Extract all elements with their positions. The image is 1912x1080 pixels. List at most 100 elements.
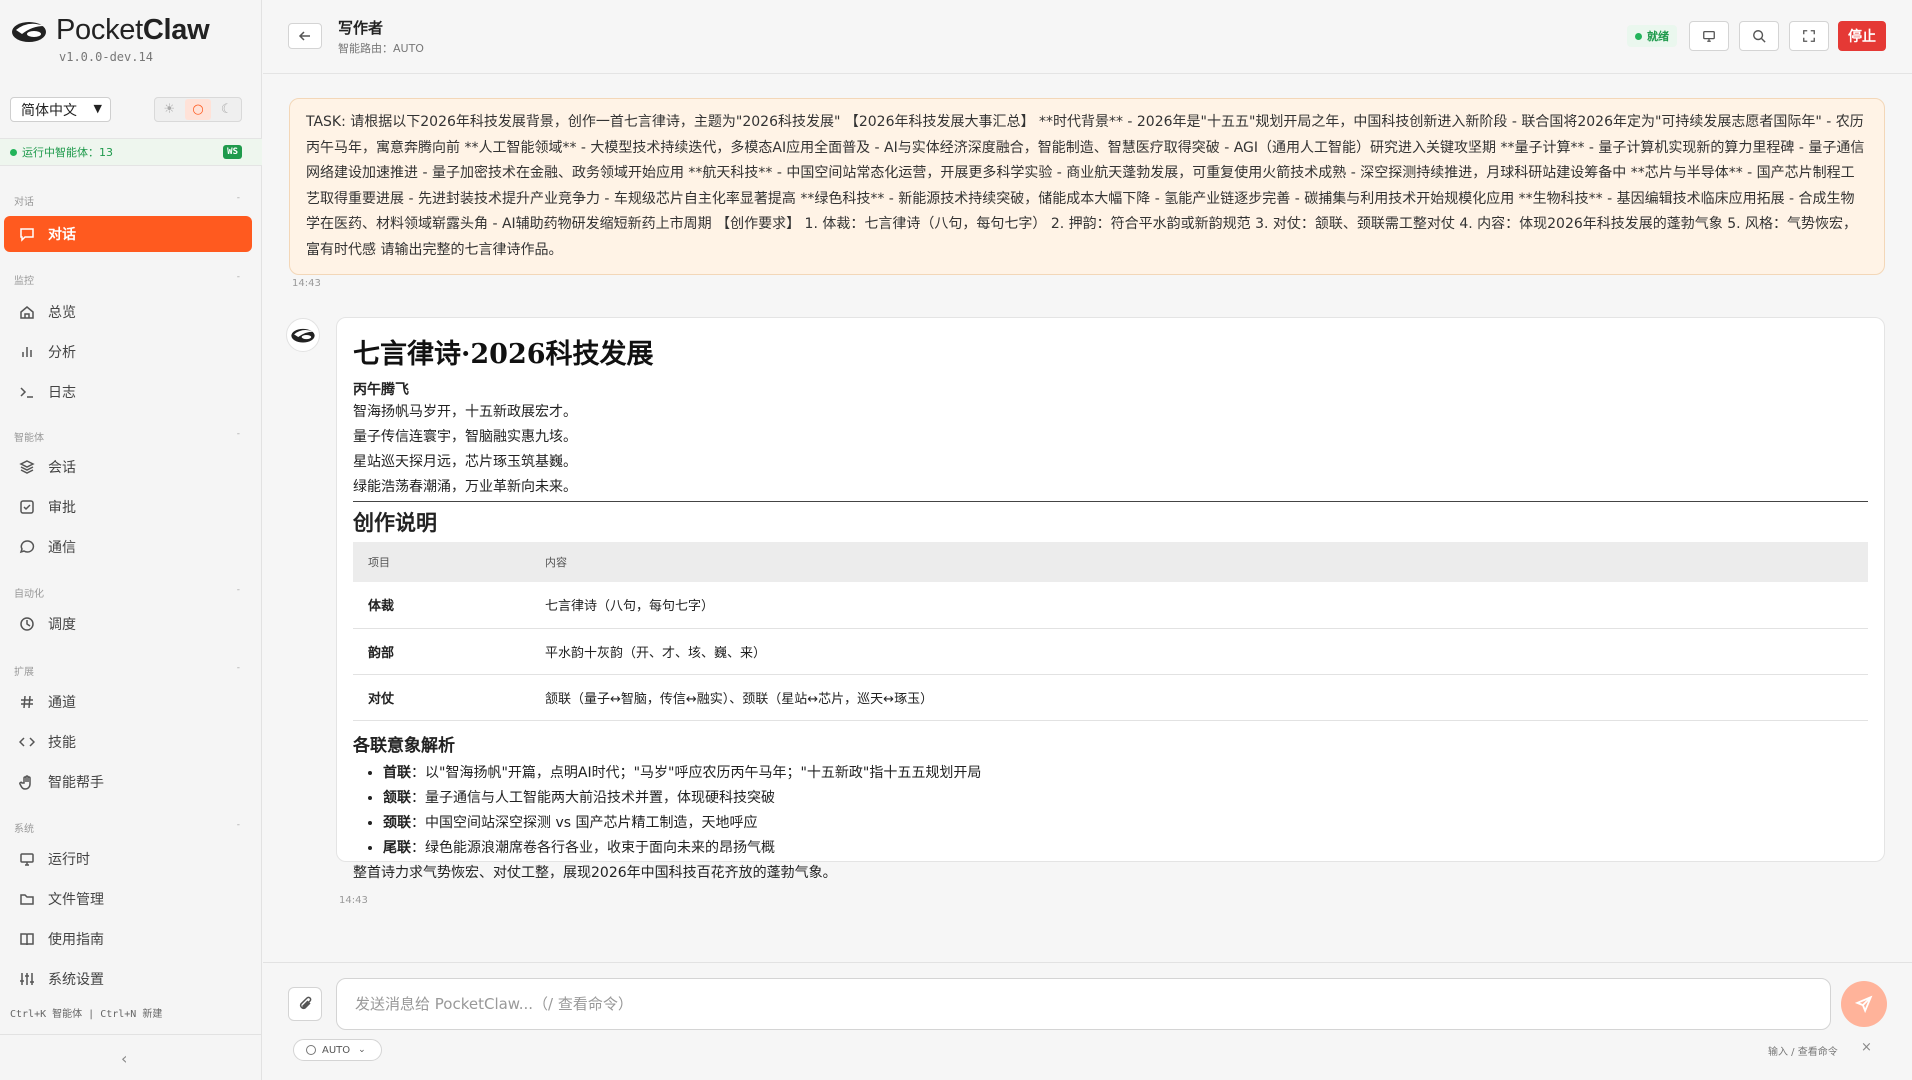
divider	[353, 501, 1868, 502]
sidebar-item-chat[interactable]: 对话	[4, 216, 252, 252]
page-title: 写作者	[338, 19, 384, 37]
composer: AUTO ⌄ 输入 / 查看命令 ×	[263, 962, 1912, 1080]
sidebar-item-runtime[interactable]: 运行时	[4, 841, 252, 877]
list-item: 颔联：量子通信与人工智能两大前沿技术并置，体现硬科技突破	[383, 786, 1868, 811]
fullscreen-button[interactable]	[1789, 21, 1829, 51]
brand[interactable]: PocketClaw	[10, 14, 210, 47]
sidebar-item-guide[interactable]: 使用指南	[4, 921, 252, 957]
sidebar-item-label: 运行时	[48, 852, 90, 868]
section-label-monitor[interactable]: 监控 -	[14, 272, 240, 287]
sidebar-item-messaging[interactable]: 通信	[4, 529, 252, 565]
search-icon	[1753, 30, 1766, 43]
monitor-icon	[18, 850, 36, 868]
brand-name: PocketClaw	[56, 14, 210, 46]
list-item: 首联：以"智海扬帆"开篇，点明AI时代；"马岁"呼应农历丙午马年；"十五新政"指…	[383, 761, 1868, 786]
sun-icon[interactable]: ☀	[156, 99, 182, 120]
send-button[interactable]	[1841, 981, 1887, 1027]
message-input[interactable]	[336, 978, 1831, 1030]
sidebar-item-label: 对话	[48, 227, 76, 243]
table-row: 韵部 平水韵十灰韵（开、才、垓、巍、来）	[353, 628, 1868, 675]
sidebar-item-assistant[interactable]: 智能帮手	[4, 764, 252, 800]
clock-icon	[18, 615, 36, 633]
sidebar-item-label: 技能	[48, 735, 76, 751]
message-icon	[18, 538, 36, 556]
stop-button[interactable]: 停止	[1838, 21, 1886, 51]
sidebar-item-skills[interactable]: 技能	[4, 724, 252, 760]
collapse-icon[interactable]: -	[237, 272, 240, 282]
status-badge: 就绪	[1627, 25, 1677, 47]
attach-button[interactable]	[288, 987, 322, 1021]
back-button[interactable]	[288, 23, 322, 49]
sidebar-item-label: 通信	[48, 540, 76, 556]
hash-icon	[18, 693, 36, 711]
status-dot-icon	[1635, 32, 1642, 40]
section-label-chat[interactable]: 对话 -	[14, 193, 240, 208]
fullscreen-icon	[1803, 30, 1815, 42]
sidebar-item-sessions[interactable]: 会话	[4, 449, 252, 485]
sidebar-item-schedule[interactable]: 调度	[4, 606, 252, 642]
book-icon	[18, 930, 36, 948]
sidebar-item-overview[interactable]: 总览	[4, 294, 252, 330]
sidebar-item-label: 通道	[48, 695, 76, 711]
poem-line: 绿能浩荡春潮涌，万业革新向未来。	[353, 479, 577, 495]
poem-title: 七言律诗·2026科技发展	[353, 339, 654, 370]
chevron-left-icon[interactable]: ‹	[121, 1049, 127, 1068]
keyboard-shortcuts: Ctrl+K 智能体 | Ctrl+N 新建	[10, 1009, 163, 1020]
collapse-icon[interactable]: -	[237, 585, 240, 595]
chevron-down-icon: ⌄	[358, 1045, 366, 1055]
table-row: 对仗 颔联（量子↔智脑，传信↔融实）、颈联（星站↔芯片，巡天↔琢玉）	[353, 674, 1868, 721]
sidebar-item-label: 智能帮手	[48, 775, 104, 791]
sidebar-item-label: 使用指南	[48, 932, 104, 948]
section-label-agents[interactable]: 智能体 -	[14, 429, 240, 444]
code-icon	[18, 733, 36, 751]
chat-messages: TASK: 请根据以下2026年科技发展背景，创作一首七言律诗，主题为"2026…	[263, 74, 1912, 962]
sidebar-item-logs[interactable]: 日志	[4, 374, 252, 410]
chat-icon	[18, 225, 36, 243]
section-label-automation[interactable]: 自动化 -	[14, 585, 240, 600]
poem-line: 星站巡天探月远，芯片琢玉筑基巍。	[353, 454, 577, 470]
summary-text: 整首诗力求气势恢宏、对仗工整，展现2026年中国科技百花齐放的蓬勃气象。	[353, 864, 837, 881]
section-label-system[interactable]: 系统 -	[14, 820, 240, 835]
language-select-value: 简体中文	[21, 102, 77, 119]
terminal-icon	[18, 383, 36, 401]
collapse-icon[interactable]: -	[237, 429, 240, 439]
assistant-message-time: 14:43	[339, 895, 368, 906]
routing-subtitle: 智能路由：AUTO	[338, 42, 424, 55]
sidebar-footer: ‹	[0, 1034, 262, 1080]
assistant-message: 七言律诗·2026科技发展 丙午腾飞 智海扬帆马岁开，十五新政展宏才。 量子传信…	[336, 317, 1885, 881]
close-icon[interactable]: ×	[1861, 1040, 1872, 1055]
sidebar-item-analytics[interactable]: 分析	[4, 334, 252, 370]
status-dot-icon	[10, 148, 17, 156]
monitor-icon	[1703, 30, 1715, 42]
claw-logo-icon	[291, 328, 315, 343]
chat-header: 写作者 智能路由：AUTO 就绪 停止	[263, 0, 1912, 74]
collapse-icon[interactable]: -	[237, 663, 240, 673]
collapse-icon[interactable]: -	[237, 820, 240, 830]
table-row: 体裁 七言律诗（八句，每句七字）	[353, 582, 1868, 629]
sidebar-item-label: 调度	[48, 617, 76, 633]
language-select[interactable]: 简体中文 ▼	[10, 97, 111, 122]
runtime-status-text: 运行中智能体：13	[22, 146, 113, 159]
moon-icon[interactable]: ☾	[214, 99, 240, 120]
sidebar-item-settings[interactable]: 系统设置	[4, 961, 252, 997]
status-text: 就绪	[1647, 30, 1669, 43]
sidebar-item-channels[interactable]: 通道	[4, 684, 252, 720]
collapse-icon[interactable]: -	[237, 193, 240, 203]
routing-mode-select[interactable]: AUTO ⌄	[293, 1039, 382, 1061]
sidebar-item-label: 审批	[48, 500, 76, 516]
table-header-row: 项目 内容	[353, 542, 1868, 582]
poem-line: 量子传信连寰宇，智脑融实惠九垓。	[353, 429, 577, 445]
search-button[interactable]	[1739, 21, 1779, 51]
sidebar-item-label: 总览	[48, 305, 76, 321]
runtime-status: 运行中智能体：13 WS	[0, 138, 262, 166]
table-header-cell: 内容	[530, 542, 1868, 582]
bar-chart-icon	[18, 343, 36, 361]
display-button[interactable]	[1689, 21, 1729, 51]
auto-theme-icon[interactable]: ○	[184, 99, 211, 120]
table-cell: 对仗	[353, 674, 530, 721]
user-message-time: 14:43	[292, 278, 321, 289]
paperclip-icon	[299, 996, 312, 1010]
section-label-extensions[interactable]: 扩展 -	[14, 663, 240, 678]
sidebar-item-approvals[interactable]: 审批	[4, 489, 252, 525]
sidebar-item-files[interactable]: 文件管理	[4, 881, 252, 917]
